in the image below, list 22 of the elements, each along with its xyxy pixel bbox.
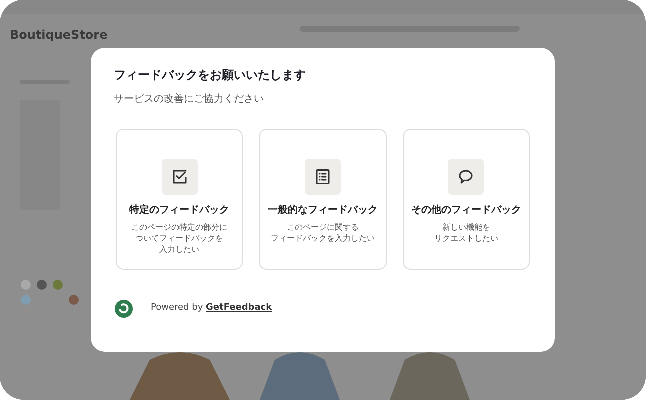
store-logo: BoutiqueStore: [10, 28, 108, 42]
dialog-subtitle: サービスの改善にご協力ください: [114, 92, 265, 107]
option-description-line: リクエストしたい: [434, 233, 498, 244]
feedback-option-card[interactable]: 特定のフィードバック このページの特定の部分に ついてフィードバックを 入力したい: [116, 129, 244, 270]
dialog-title: フィードバックをお願いいたします: [114, 67, 307, 84]
option-description-line: ついてフィードバックを: [136, 233, 224, 244]
checkbox-icon: [170, 168, 189, 186]
option-description-line: このページに関する: [286, 222, 359, 233]
list-icon: [314, 168, 332, 186]
speech-bubble-icon: [457, 168, 476, 186]
option-description-line: 新しい機能を: [442, 222, 490, 233]
option-description-line: このページの特定の部分に: [132, 222, 228, 233]
option-title: 特定のフィードバック: [130, 203, 230, 218]
option-description-line: フィードバックを入力したい: [270, 233, 375, 244]
option-title: その他のフィードバック: [411, 204, 522, 218]
option-title: 一般的なフィードバック: [268, 204, 378, 218]
getfeedback-link[interactable]: GetFeedback: [206, 303, 272, 314]
feedback-option-card[interactable]: その他のフィードバック 新しい機能を リクエストしたい: [402, 129, 530, 270]
feedback-option-card[interactable]: 一般的なフィードバック このページに関する フィードバックを入力したい: [259, 129, 387, 270]
powered-by-text: Powered by GetFeedback: [151, 302, 272, 316]
option-description-line: 入力したい: [160, 244, 200, 255]
getfeedback-logo-icon: [115, 300, 133, 318]
